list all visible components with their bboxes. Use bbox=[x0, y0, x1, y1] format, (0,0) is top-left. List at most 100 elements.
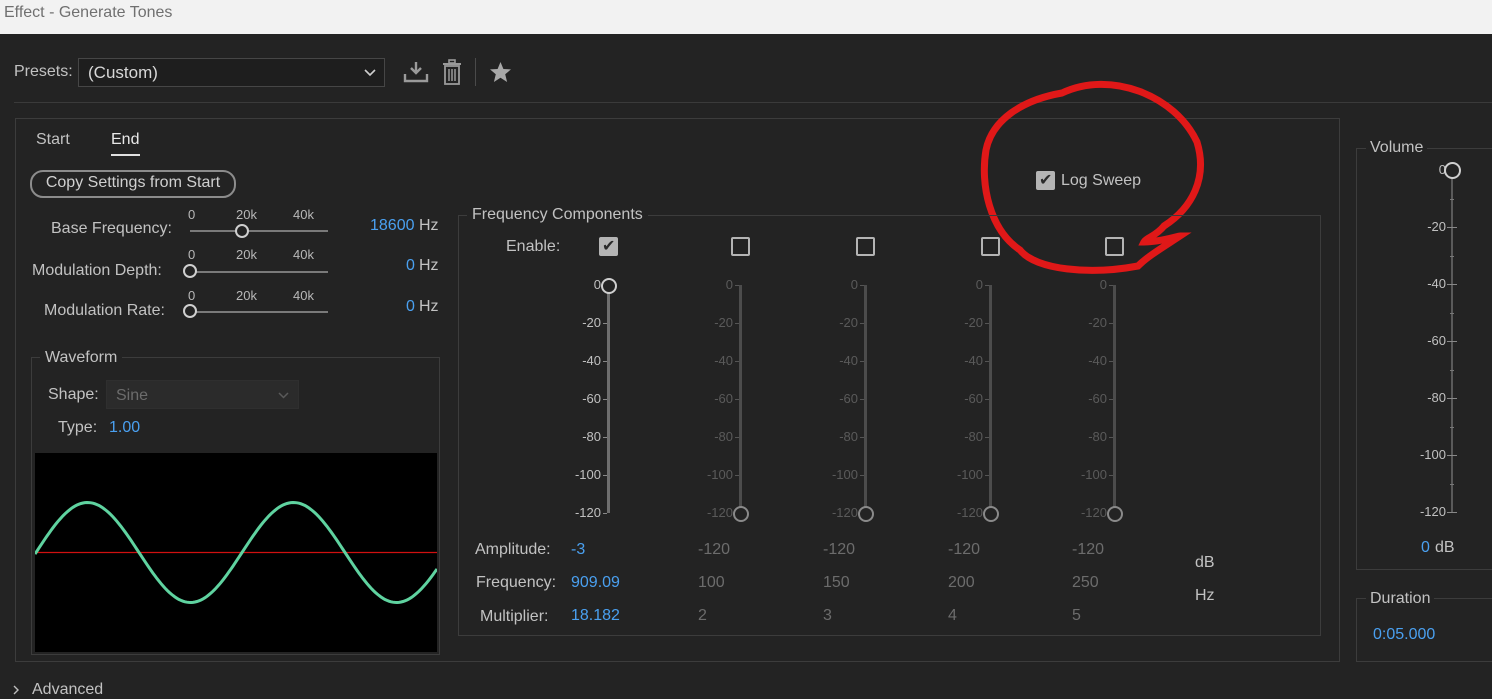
chevron-right-icon[interactable] bbox=[13, 685, 21, 695]
type-value[interactable]: 1.00 bbox=[109, 419, 140, 437]
scale-tick-mark bbox=[603, 323, 607, 324]
frequency-value-2[interactable]: 100 bbox=[698, 574, 725, 592]
scale-tick-mark bbox=[1109, 323, 1113, 324]
amplitude-value-2[interactable]: -120 bbox=[698, 541, 730, 559]
amplitude-scale-tick: -100 bbox=[831, 467, 858, 482]
multiplier-value-5[interactable]: 5 bbox=[1072, 607, 1081, 625]
amplitude-scale-tick: -40 bbox=[582, 353, 601, 368]
scale-tick-mark bbox=[735, 475, 739, 476]
amplitude-scale-tick: -20 bbox=[839, 315, 858, 330]
amplitude-scale-tick: -80 bbox=[839, 429, 858, 444]
amplitude-scale-tick: 0 bbox=[725, 277, 733, 292]
frequency-value-1[interactable]: 909.09 bbox=[571, 574, 620, 592]
volume-slider-knob[interactable] bbox=[1444, 162, 1461, 179]
trash-icon[interactable] bbox=[442, 59, 462, 85]
amplitude-slider-track-3[interactable] bbox=[864, 285, 867, 513]
presets-dropdown[interactable]: (Custom) bbox=[78, 58, 385, 87]
modulation-rate-value[interactable]: 0 bbox=[406, 298, 415, 316]
slider-tick-label: 20k bbox=[236, 288, 257, 303]
tab-end[interactable]: End bbox=[111, 131, 139, 149]
multiplier-value-4[interactable]: 4 bbox=[948, 607, 957, 625]
enable-checkbox-4[interactable] bbox=[981, 237, 1000, 256]
hz-unit-label: Hz bbox=[1195, 587, 1215, 604]
scale-tick-mark bbox=[860, 399, 864, 400]
window-title: Effect - Generate Tones bbox=[0, 0, 1492, 34]
amplitude-scale-tick: -120 bbox=[956, 505, 983, 520]
chevron-down-icon bbox=[364, 69, 376, 77]
frequency-label: Frequency: bbox=[476, 574, 557, 591]
frequency-value-4[interactable]: 200 bbox=[948, 574, 975, 592]
amplitude-scale-tick: -120 bbox=[574, 505, 601, 520]
presets-value: (Custom) bbox=[88, 63, 158, 82]
modulation-depth-slider-track[interactable] bbox=[190, 271, 328, 273]
duration-value[interactable]: 0:05.000 bbox=[1373, 626, 1435, 644]
modulation-rate-slider-track[interactable] bbox=[190, 311, 328, 313]
frequency-value-5[interactable]: 250 bbox=[1072, 574, 1099, 592]
amplitude-slider-track-2[interactable] bbox=[739, 285, 742, 513]
amplitude-slider-knob-3[interactable] bbox=[858, 506, 874, 522]
amplitude-scale-tick: -20 bbox=[582, 315, 601, 330]
amplitude-slider-knob-1[interactable] bbox=[601, 278, 617, 294]
modulation-depth-value[interactable]: 0 bbox=[406, 257, 415, 275]
advanced-toggle[interactable]: Advanced bbox=[32, 681, 103, 699]
scale-minor-tick bbox=[1450, 369, 1454, 371]
scale-tick-mark bbox=[735, 285, 739, 286]
amplitude-scale-tick: -100 bbox=[706, 467, 733, 482]
amplitude-value-1[interactable]: -3 bbox=[571, 541, 585, 559]
multiplier-value-1[interactable]: 18.182 bbox=[571, 607, 620, 625]
scale-tick-mark bbox=[860, 437, 864, 438]
amplitude-label: Amplitude: bbox=[475, 541, 551, 558]
waveform-title: Waveform bbox=[40, 349, 123, 367]
scale-minor-tick bbox=[1450, 198, 1454, 200]
base-frequency-unit: Hz bbox=[419, 217, 439, 234]
scale-tick-mark bbox=[1447, 398, 1457, 399]
enable-checkbox-2[interactable] bbox=[731, 237, 750, 256]
base-frequency-slider-knob[interactable] bbox=[235, 224, 249, 238]
amplitude-value-3[interactable]: -120 bbox=[823, 541, 855, 559]
modulation-depth-unit: Hz bbox=[419, 257, 439, 274]
scale-minor-tick bbox=[1450, 312, 1454, 314]
download-icon[interactable] bbox=[403, 60, 429, 84]
amplitude-slider-track-1[interactable] bbox=[607, 285, 610, 513]
tab-start[interactable]: Start bbox=[36, 131, 70, 149]
frequency-value-3[interactable]: 150 bbox=[823, 574, 850, 592]
enable-checkbox-3[interactable] bbox=[856, 237, 875, 256]
amplitude-scale-tick: -60 bbox=[714, 391, 733, 406]
volume-value[interactable]: 0 bbox=[1421, 539, 1430, 557]
amplitude-slider-knob-5[interactable] bbox=[1107, 506, 1123, 522]
scale-tick-mark bbox=[735, 399, 739, 400]
scale-tick-mark bbox=[860, 475, 864, 476]
slider-tick-label: 40k bbox=[293, 207, 314, 222]
scale-tick-mark bbox=[1109, 285, 1113, 286]
star-icon[interactable] bbox=[489, 61, 512, 83]
scale-tick-mark bbox=[860, 361, 864, 362]
amplitude-slider-track-5[interactable] bbox=[1113, 285, 1116, 513]
amplitude-scale-tick: 0 bbox=[1099, 277, 1107, 292]
amplitude-scale-tick: -20 bbox=[964, 315, 983, 330]
scale-tick-mark bbox=[1109, 399, 1113, 400]
amplitude-slider-track-4[interactable] bbox=[989, 285, 992, 513]
base-frequency-slider-track[interactable] bbox=[190, 230, 328, 232]
amplitude-scale-tick: -80 bbox=[582, 429, 601, 444]
amplitude-value-5[interactable]: -120 bbox=[1072, 541, 1104, 559]
amplitude-scale-tick: -80 bbox=[1088, 429, 1107, 444]
enable-checkbox-1[interactable] bbox=[599, 236, 618, 256]
scale-minor-tick bbox=[1450, 255, 1454, 257]
modulation-depth-slider-knob[interactable] bbox=[183, 264, 197, 278]
slider-tick-label: 40k bbox=[293, 247, 314, 262]
amplitude-slider-knob-4[interactable] bbox=[983, 506, 999, 522]
scale-tick-mark bbox=[1109, 475, 1113, 476]
shape-value: Sine bbox=[116, 387, 149, 404]
base-frequency-value[interactable]: 18600 bbox=[370, 217, 415, 235]
amplitude-slider-knob-2[interactable] bbox=[733, 506, 749, 522]
amplitude-value-4[interactable]: -120 bbox=[948, 541, 980, 559]
slider-tick-label: 20k bbox=[236, 247, 257, 262]
copy-settings-button[interactable]: Copy Settings from Start bbox=[30, 170, 236, 198]
multiplier-value-2[interactable]: 2 bbox=[698, 607, 707, 625]
modulation-rate-slider-knob[interactable] bbox=[183, 304, 197, 318]
multiplier-value-3[interactable]: 3 bbox=[823, 607, 832, 625]
slider-tick-label: 0 bbox=[188, 207, 196, 222]
enable-checkbox-5[interactable] bbox=[1105, 237, 1124, 256]
shape-dropdown[interactable]: Sine bbox=[106, 380, 299, 409]
base-frequency-label: Base Frequency: bbox=[51, 220, 172, 237]
